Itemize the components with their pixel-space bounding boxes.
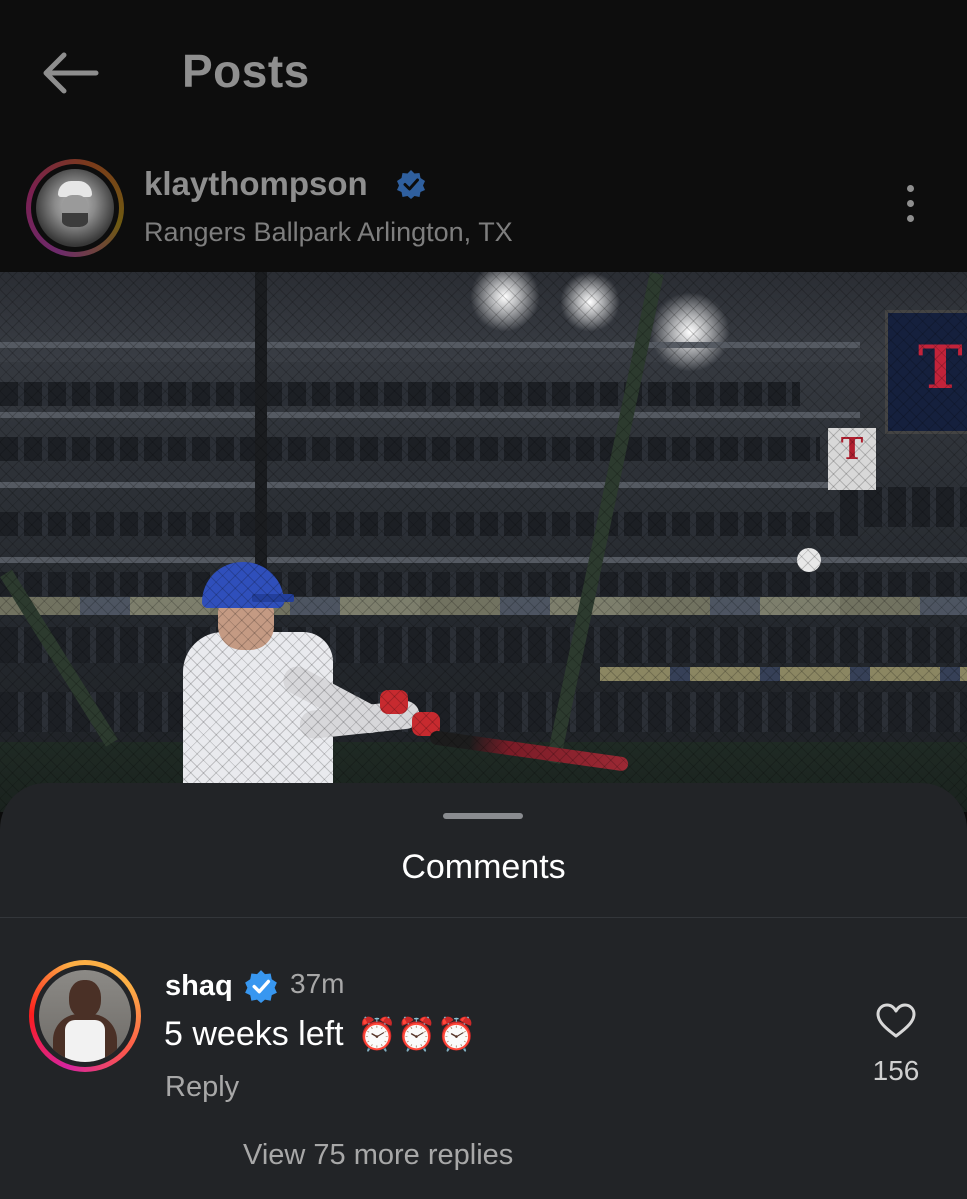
- post-location[interactable]: Rangers Ballpark Arlington, TX: [144, 217, 513, 248]
- divider: [0, 917, 967, 918]
- avatar-image: [36, 169, 114, 247]
- page-title: Posts: [182, 45, 310, 97]
- more-vertical-icon[interactable]: [898, 185, 922, 233]
- alarm-clock-emoji: ⏰⏰⏰: [356, 1015, 477, 1053]
- post-photo[interactable]: T T: [0, 272, 967, 812]
- verified-badge-icon: [397, 170, 425, 199]
- view-more-replies-link[interactable]: View 75 more replies: [243, 1139, 513, 1172]
- heart-icon[interactable]: [876, 1003, 916, 1039]
- comment-username[interactable]: shaq: [165, 970, 233, 1003]
- comment-body: 5 weeks left: [164, 1015, 344, 1053]
- top-bar: Posts: [0, 0, 967, 145]
- drag-handle[interactable]: [443, 813, 523, 819]
- comment-timestamp: 37m: [290, 968, 345, 999]
- comment-avatar-image: [39, 970, 131, 1062]
- post-username[interactable]: klaythompson: [144, 165, 368, 203]
- avatar[interactable]: [26, 159, 124, 257]
- comments-sheet: Comments shaq 37m 5 weeks left ⏰⏰⏰ Reply…: [0, 783, 967, 1199]
- reply-button[interactable]: Reply: [165, 1071, 239, 1104]
- verified-badge-icon: [245, 970, 277, 1003]
- post-header: klaythompson Rangers Ballpark Arlington,…: [0, 145, 967, 272]
- arrow-left-icon[interactable]: [40, 50, 100, 96]
- comment-text: 5 weeks left ⏰⏰⏰: [164, 1015, 477, 1054]
- comment-avatar[interactable]: [29, 960, 141, 1072]
- like-count: 156: [872, 1055, 920, 1086]
- comments-title: Comments: [401, 848, 566, 886]
